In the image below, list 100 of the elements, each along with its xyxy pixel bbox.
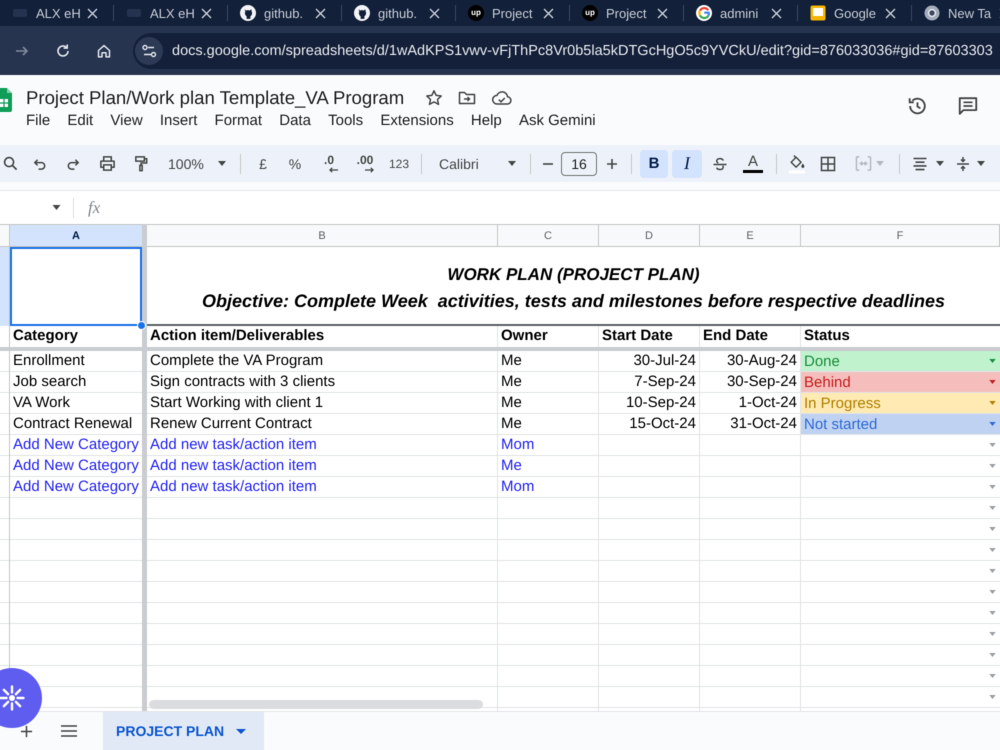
- close-icon[interactable]: [429, 8, 440, 18]
- paint-roller-icon[interactable]: [132, 155, 150, 172]
- tab-title[interactable]: github.: [378, 6, 429, 20]
- currency-button[interactable]: £: [249, 150, 277, 178]
- scrollbar-thumb[interactable]: [149, 700, 483, 709]
- objective-text: Objective: Complete Week activities, tests and milestones before respective deadlines: [202, 290, 945, 313]
- tab-title[interactable]: Project: [492, 6, 543, 20]
- column-header[interactable]: F: [801, 224, 1000, 247]
- merge-cells-icon: [854, 155, 872, 172]
- menu-item[interactable]: Edit: [58, 112, 102, 128]
- plus-icon[interactable]: [20, 724, 33, 738]
- menu-item[interactable]: File: [17, 112, 59, 128]
- menu-item[interactable]: View: [102, 112, 152, 128]
- table-cell-text: 15-Oct-24: [628, 414, 697, 434]
- plus-icon[interactable]: [606, 158, 618, 170]
- text-color-button[interactable]: A: [738, 150, 768, 178]
- tab-title[interactable]: admini: [720, 6, 771, 20]
- paint-bucket-icon[interactable]: [788, 154, 806, 174]
- history-icon[interactable]: [906, 95, 928, 117]
- table-cell-text: 30-Aug-24: [726, 351, 798, 371]
- menu-item[interactable]: Help: [462, 112, 510, 128]
- table-cell-text: Enrollment: [12, 351, 86, 371]
- column-header[interactable]: A: [10, 224, 142, 247]
- italic-button[interactable]: I: [672, 150, 702, 178]
- tab-title[interactable]: ALX eH: [150, 6, 201, 20]
- number-format-button[interactable]: 123: [385, 150, 413, 178]
- table-cell-text: Me: [500, 393, 523, 413]
- align-lines-icon: [912, 156, 928, 172]
- column-header[interactable]: C: [498, 224, 599, 247]
- close-icon[interactable]: [771, 8, 782, 18]
- g-logo-icon: [696, 5, 712, 21]
- close-icon[interactable]: [201, 8, 212, 18]
- font-size-field[interactable]: 16: [561, 152, 597, 176]
- caret-icon: [876, 161, 884, 166]
- strikethrough-icon[interactable]: [712, 156, 728, 172]
- spreadsheet-logo-icon[interactable]: [0, 88, 12, 112]
- search-icon[interactable]: [2, 156, 18, 171]
- reload-icon[interactable]: [55, 42, 71, 58]
- star-icon[interactable]: [425, 89, 444, 107]
- print-icon[interactable]: [98, 155, 116, 172]
- menu-item[interactable]: Format: [206, 112, 271, 128]
- increase-decimals-button[interactable]: .00: [349, 150, 381, 178]
- column-header[interactable]: E: [700, 224, 801, 247]
- document-title[interactable]: Project Plan/Work plan Template_VA Program: [26, 87, 404, 109]
- close-icon[interactable]: [543, 8, 554, 18]
- menu-item[interactable]: Data: [270, 112, 320, 128]
- borders-icon[interactable]: [820, 156, 836, 172]
- menu-item[interactable]: Tools: [320, 112, 372, 128]
- bold-button[interactable]: B: [640, 150, 668, 178]
- tab-title[interactable]: ALX eH: [36, 6, 87, 20]
- ring-logo-icon: [924, 5, 940, 21]
- status-dropdown[interactable]: Behind: [801, 372, 1000, 392]
- caret-icon[interactable]: [52, 205, 61, 210]
- selection-handle[interactable]: [137, 321, 146, 330]
- font-dropdown[interactable]: Calibri: [430, 150, 522, 178]
- folder-arrow-icon[interactable]: [458, 89, 476, 107]
- sheet-tab[interactable]: PROJECT PLAN: [103, 712, 264, 750]
- caret-icon: [508, 161, 516, 166]
- zoom-dropdown[interactable]: 100%: [160, 150, 232, 178]
- tune-icon[interactable]: [135, 36, 163, 64]
- caret-icon: [977, 161, 985, 166]
- close-icon[interactable]: [657, 8, 668, 18]
- table-cell-text: Sign contracts with 3 clients: [149, 372, 336, 392]
- logo-badge: up: [468, 5, 484, 21]
- comment-icon[interactable]: [957, 95, 979, 117]
- percent-button[interactable]: %: [281, 150, 309, 178]
- table-cell-text: Add new task/action item: [149, 435, 318, 455]
- address-bar[interactable]: docs.google.com/spreadsheets/d/1wAdKPS1vwv-vFjThPc8Vr0b5la5kDTGcHgO5c9YVCkU/edit?gid=876033036#gid=87603303: [133, 32, 1000, 68]
- close-icon[interactable]: [87, 8, 98, 18]
- column-header[interactable]: B: [147, 224, 498, 247]
- close-icon[interactable]: [315, 8, 326, 18]
- table-cell-text: Add New Category: [12, 435, 140, 455]
- tab-title[interactable]: github.: [264, 6, 315, 20]
- color-swatch-icon: [743, 170, 763, 173]
- table-cell-text: Mom: [500, 435, 536, 455]
- left-arrow-icon: [328, 167, 338, 173]
- column-header[interactable]: D: [599, 224, 700, 247]
- logo-badge: up: [582, 5, 598, 21]
- caret-icon: [236, 728, 246, 734]
- table-cell-text: Renew Current Contract: [149, 414, 313, 434]
- menu-icon[interactable]: [61, 725, 77, 737]
- header-cell-text: Category: [12, 326, 80, 346]
- formula-label: fx: [88, 198, 100, 218]
- vertical-align-icon: [955, 156, 971, 172]
- cloud-check-icon[interactable]: [491, 89, 514, 107]
- tab-title[interactable]: New Ta: [948, 6, 999, 20]
- table-cell-text: Me: [500, 372, 523, 392]
- cat-logo-icon: [354, 5, 370, 21]
- tab-title[interactable]: Project: [606, 6, 657, 20]
- close-icon[interactable]: [885, 8, 896, 18]
- table-cell-text: Complete the VA Program: [149, 351, 324, 371]
- header-cell-text: Status: [803, 326, 851, 346]
- tab-title[interactable]: Google: [834, 6, 885, 20]
- home-icon[interactable]: [96, 42, 112, 58]
- table-cell-text: 7-Sep-24: [633, 372, 697, 392]
- menu-item[interactable]: Extensions: [372, 112, 462, 128]
- sheet-title: WORK PLAN (PROJECT PLAN): [447, 264, 700, 286]
- decrease-decimals-button[interactable]: .0: [313, 150, 345, 178]
- menu-item[interactable]: Ask Gemini: [510, 112, 604, 128]
- menu-item[interactable]: Insert: [151, 112, 206, 128]
